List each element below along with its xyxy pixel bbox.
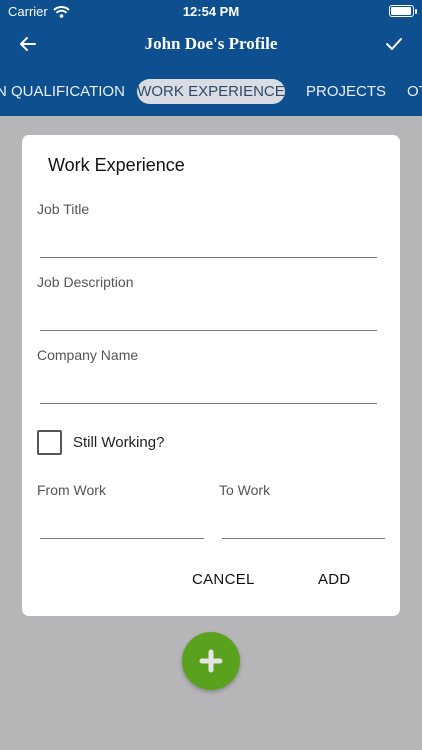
- from-work-label: From Work: [37, 482, 106, 498]
- add-experience-fab[interactable]: [182, 632, 240, 690]
- to-work-label: To Work: [219, 482, 271, 498]
- status-time: 12:54 PM: [182, 4, 240, 19]
- tab-bar: N QUALIFICATION WORK EXPERIENCE PROJECTS…: [0, 66, 422, 116]
- company-name-label: Company Name: [37, 347, 139, 363]
- to-work-underline: [222, 538, 385, 539]
- dialog-title: Work Experience: [48, 155, 185, 175]
- tab-projects[interactable]: PROJECTS: [306, 79, 386, 104]
- company-name-underline: [40, 403, 377, 404]
- battery-icon: [389, 5, 417, 17]
- status-bar: Carrier 12:54 PM: [0, 0, 422, 22]
- add-button[interactable]: ADD: [318, 571, 351, 588]
- job-description-label: Job Description: [37, 274, 134, 290]
- tab-other[interactable]: OT: [407, 79, 422, 104]
- still-working-label: Still Working?: [73, 434, 165, 451]
- tab-education-qualification[interactable]: N QUALIFICATION: [0, 79, 125, 104]
- work-experience-dialog: Work Experience Job Title Job Descriptio…: [22, 135, 400, 616]
- job-description-underline: [40, 330, 377, 331]
- cancel-button[interactable]: CANCEL: [192, 571, 255, 588]
- plus-icon: [199, 649, 223, 673]
- job-description-input[interactable]: [40, 304, 377, 328]
- job-title-input[interactable]: [40, 231, 377, 255]
- page-title: John Doe's Profile: [144, 34, 278, 53]
- battery-fill: [391, 7, 411, 15]
- from-work-input[interactable]: [40, 512, 204, 536]
- confirm-button[interactable]: [380, 30, 408, 58]
- company-name-input[interactable]: [40, 377, 377, 401]
- still-working-checkbox[interactable]: [37, 430, 62, 455]
- job-title-label: Job Title: [37, 201, 90, 217]
- to-work-input[interactable]: [222, 512, 385, 536]
- nav-header: John Doe's Profile: [0, 22, 422, 66]
- job-title-underline: [40, 257, 377, 258]
- checkmark-icon: [386, 38, 402, 50]
- from-work-underline: [40, 538, 204, 539]
- tab-work-experience[interactable]: WORK EXPERIENCE: [137, 79, 285, 104]
